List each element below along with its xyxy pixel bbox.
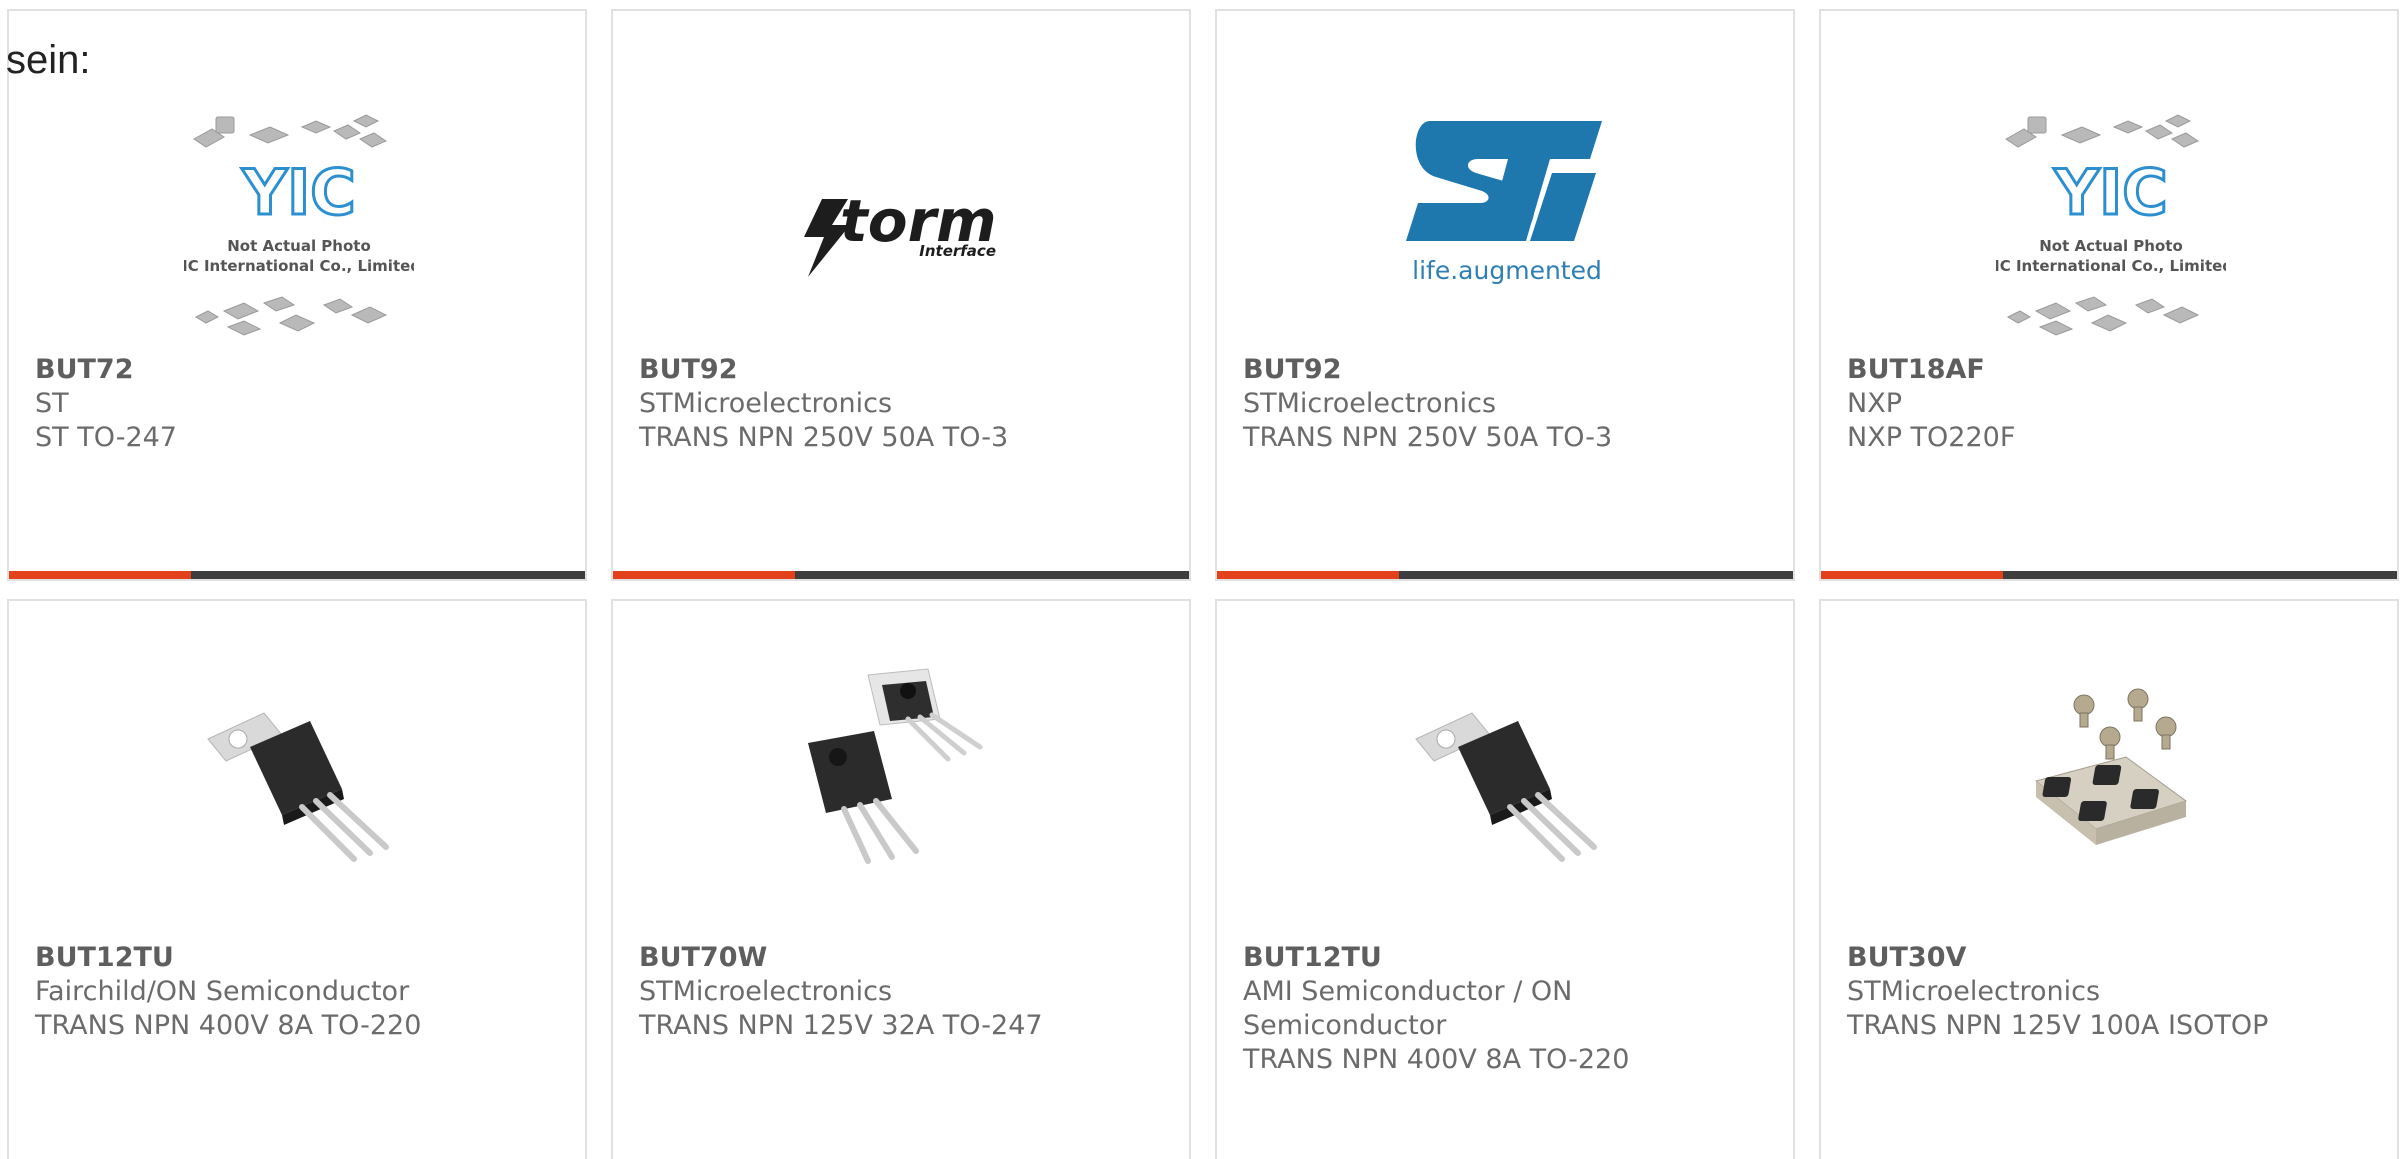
to220-transistor-photo bbox=[1402, 661, 1612, 871]
description: TRANS NPN 250V 50A TO-3 bbox=[1243, 422, 1613, 453]
svg-text:Not Actual Photo: Not Actual Photo bbox=[227, 237, 371, 255]
svg-text:Not Actual Photo: Not Actual Photo bbox=[2039, 237, 2183, 255]
card-bar-accent bbox=[9, 571, 191, 579]
svg-text:Interface: Interface bbox=[919, 242, 996, 260]
card-bar bbox=[1217, 571, 1793, 579]
card-bar bbox=[1821, 571, 2397, 579]
svg-text:life.augmented: life.augmented bbox=[1412, 256, 1602, 285]
card-bar bbox=[9, 571, 585, 579]
intro-text: sein: bbox=[6, 38, 91, 82]
manufacturer: STMicroelectronics bbox=[1243, 388, 1497, 419]
svg-text:YIC International Co., Limited: YIC International Co., Limited. bbox=[184, 257, 414, 275]
part-number[interactable]: BUT70W bbox=[639, 941, 1169, 975]
yic-placeholder-image: YIC Not Actual Photo YIC International C… bbox=[1996, 99, 2226, 359]
part-number[interactable]: BUT92 bbox=[1243, 353, 1773, 387]
part-number[interactable]: BUT30V bbox=[1847, 941, 2377, 975]
manufacturer: AMI Semiconductor / ON Semiconductor bbox=[1243, 976, 1573, 1041]
yic-logo-mark: YIC bbox=[2053, 156, 2167, 229]
part-number[interactable]: BUT18AF bbox=[1847, 353, 2377, 387]
part-number[interactable]: BUT12TU bbox=[35, 941, 565, 975]
product-card[interactable]: BUT30V STMicroelectronics TRANS NPN 125V… bbox=[1819, 599, 2399, 1159]
description: TRANS NPN 125V 100A ISOTOP bbox=[1847, 1010, 2269, 1041]
manufacturer: STMicroelectronics bbox=[1847, 976, 2101, 1007]
product-card[interactable]: torm Interface BUT92 STMicroelectronics … bbox=[611, 9, 1191, 581]
product-card[interactable]: YIC Not Actual Photo YIC International C… bbox=[1819, 9, 2399, 581]
card-bar-accent bbox=[1821, 571, 2003, 579]
product-card[interactable]: BUT70W STMicroelectronics TRANS NPN 125V… bbox=[611, 599, 1191, 1159]
svg-text:YIC International Co., Limited: YIC International Co., Limited. bbox=[1996, 257, 2226, 275]
card-bar-accent bbox=[1217, 571, 1399, 579]
isotop-module-photo bbox=[2006, 661, 2216, 871]
description: TRANS NPN 250V 50A TO-3 bbox=[639, 422, 1009, 453]
to220-transistor-photo bbox=[194, 661, 404, 871]
product-card[interactable]: life.augmented BUT92 STMicroelectronics … bbox=[1215, 9, 1795, 581]
st-life-augmented-logo: life.augmented bbox=[1392, 99, 1622, 359]
part-number[interactable]: BUT12TU bbox=[1243, 941, 1773, 975]
description: ST TO-247 bbox=[35, 422, 177, 453]
product-card[interactable]: BUT12TU Fairchild/ON Semiconductor TRANS… bbox=[7, 599, 587, 1159]
product-card[interactable]: YIC Not Actual Photo YIC International C… bbox=[7, 9, 587, 581]
card-bar bbox=[613, 571, 1189, 579]
manufacturer: STMicroelectronics bbox=[639, 976, 893, 1007]
description: NXP TO220F bbox=[1847, 422, 2016, 453]
manufacturer: NXP bbox=[1847, 388, 1902, 419]
to247-transistor-photo bbox=[798, 661, 1008, 871]
card-bar-accent bbox=[613, 571, 795, 579]
manufacturer: ST bbox=[35, 388, 69, 419]
description: TRANS NPN 400V 8A TO-220 bbox=[35, 1010, 422, 1041]
manufacturer: Fairchild/ON Semiconductor bbox=[35, 976, 410, 1007]
yic-placeholder-image: YIC Not Actual Photo YIC International C… bbox=[184, 99, 414, 359]
part-number[interactable]: BUT92 bbox=[639, 353, 1169, 387]
storm-interface-logo: torm Interface bbox=[788, 99, 1018, 359]
manufacturer: STMicroelectronics bbox=[639, 388, 893, 419]
description: TRANS NPN 125V 32A TO-247 bbox=[639, 1010, 1043, 1041]
yic-logo-mark: YIC bbox=[241, 156, 355, 229]
product-card[interactable]: BUT12TU AMI Semiconductor / ON Semicondu… bbox=[1215, 599, 1795, 1159]
part-number[interactable]: BUT72 bbox=[35, 353, 565, 387]
description: TRANS NPN 400V 8A TO-220 bbox=[1243, 1044, 1630, 1075]
